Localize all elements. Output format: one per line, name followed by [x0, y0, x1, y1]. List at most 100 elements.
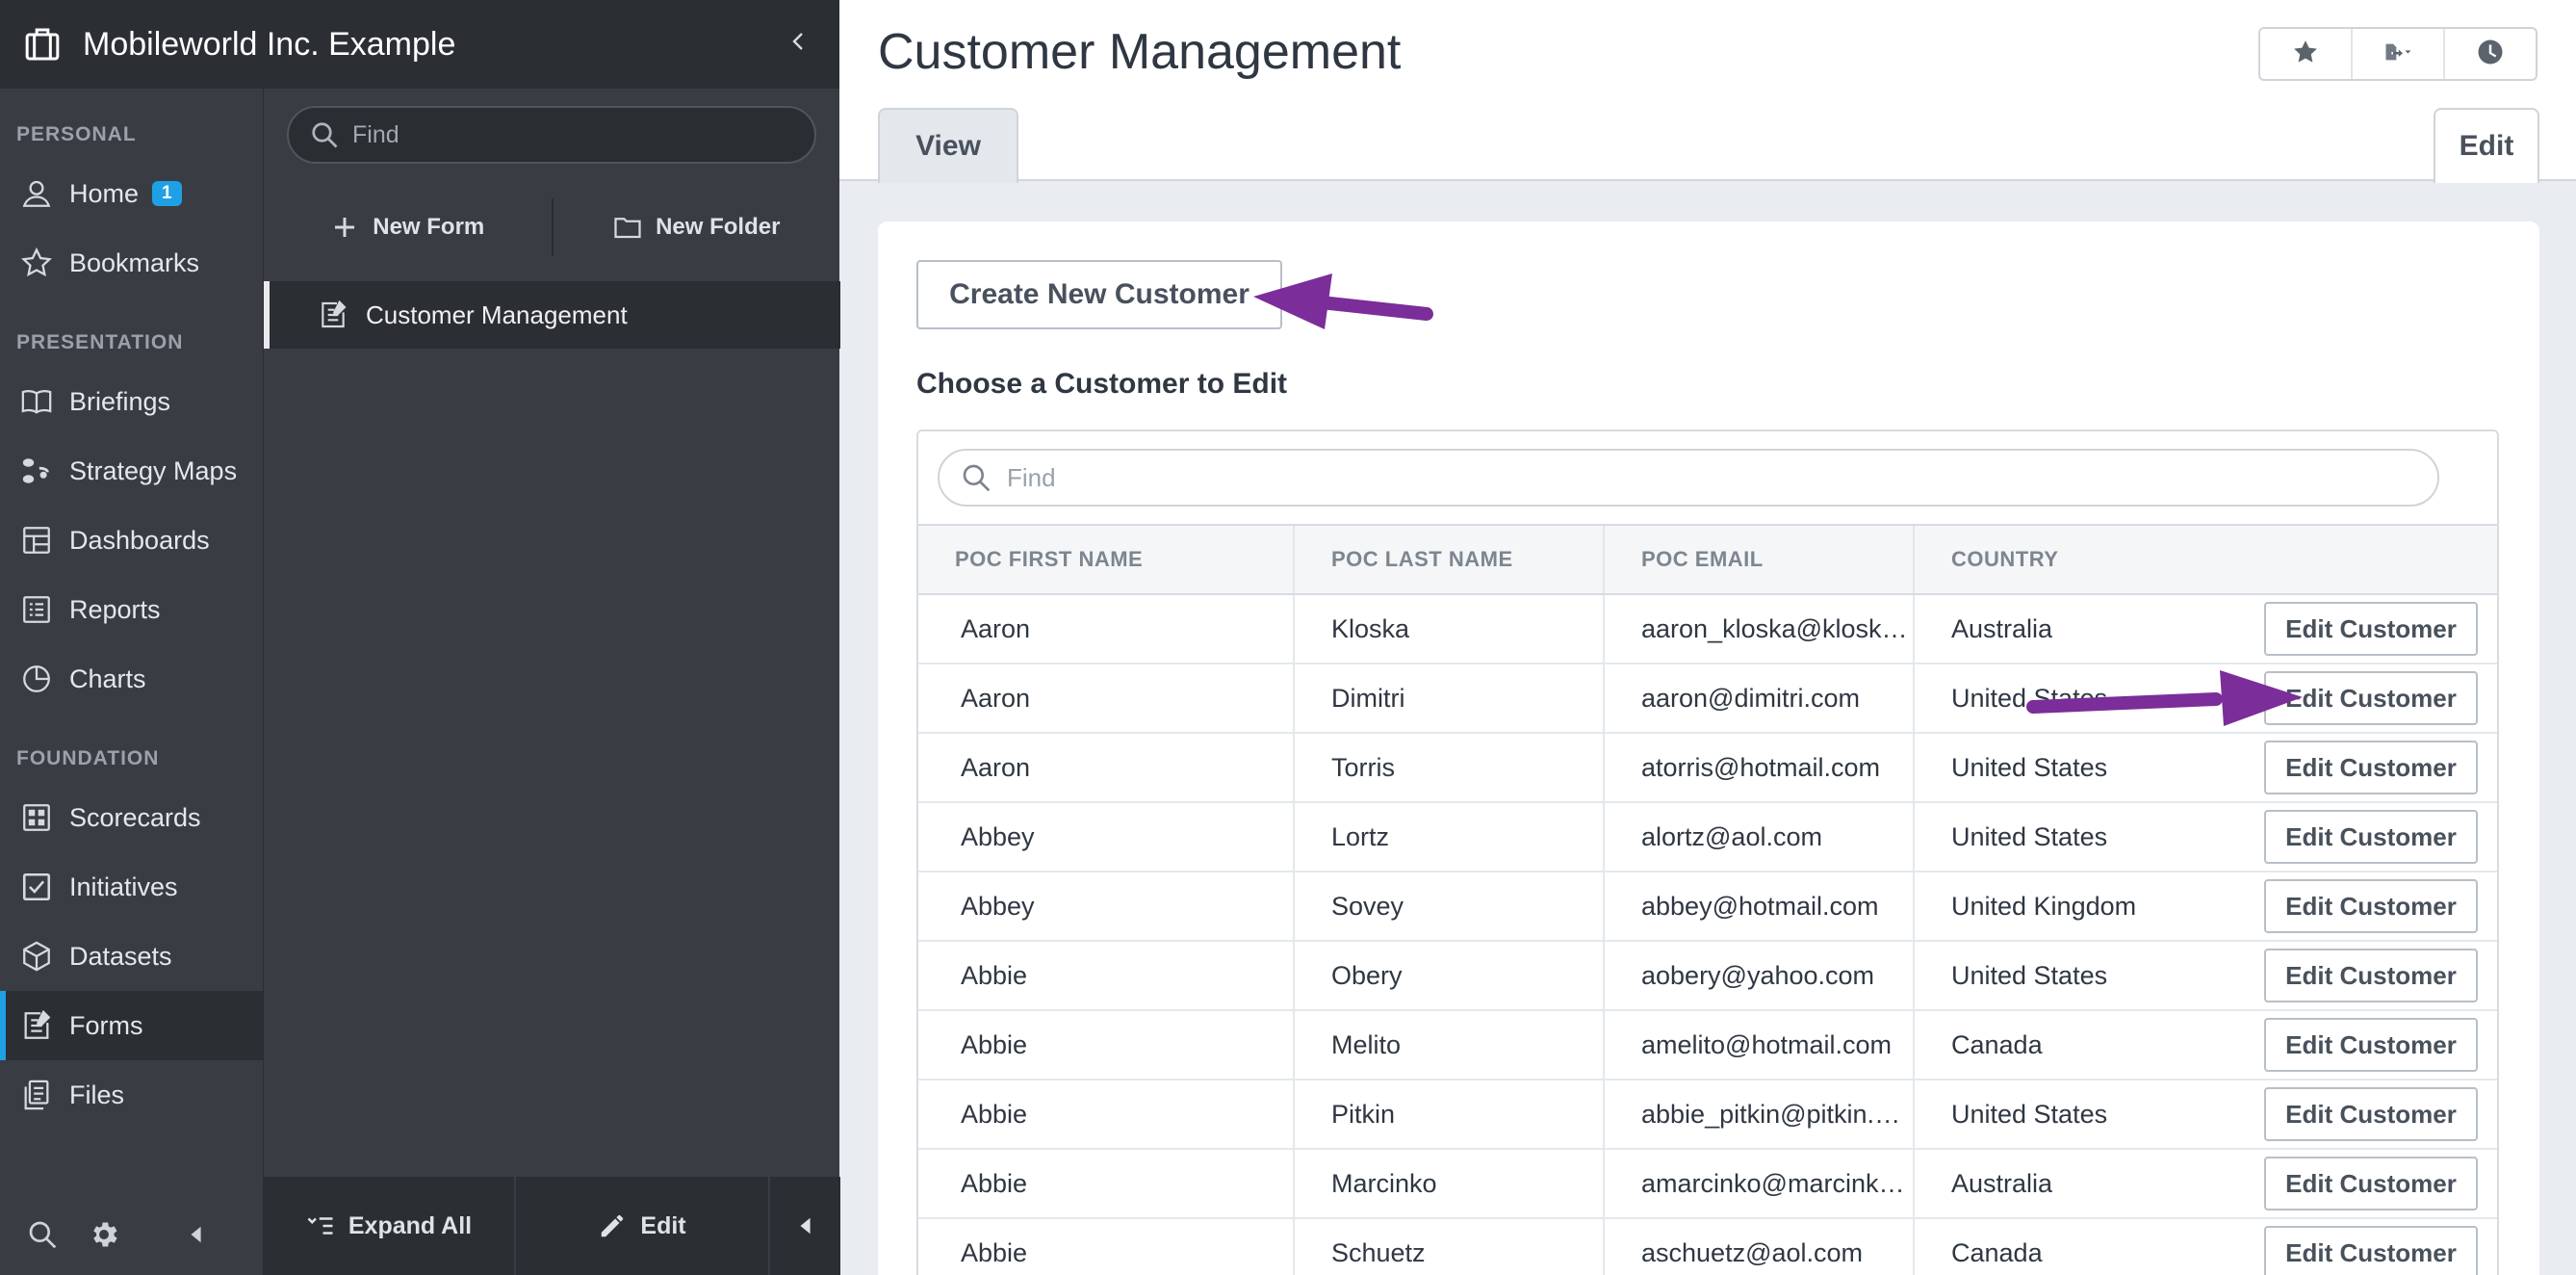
forms-panel-footer: Expand All Edit [264, 1177, 840, 1275]
edit-customer-button[interactable]: Edit Customer [2264, 741, 2478, 794]
table-row[interactable]: Aaron Torris atorris@hotmail.com United Sta… [918, 733, 2497, 803]
search-icon [310, 120, 339, 149]
cell-first-name: Abbie [918, 1218, 1294, 1275]
grid-search-input[interactable] [1007, 462, 2355, 493]
nav-item-files[interactable]: Files [0, 1060, 263, 1130]
scorecard-icon [19, 800, 54, 835]
cell-last-name: Marcinko [1293, 1149, 1604, 1219]
table-row[interactable]: Abbie Melito amelito@hotmail.com Canada Edit… [918, 1010, 2497, 1080]
cell-country: United States [1913, 802, 2260, 872]
edit-customer-button[interactable]: Edit Customer [2264, 1226, 2478, 1275]
forms-search[interactable] [287, 106, 816, 164]
pie-chart-icon [19, 662, 54, 696]
table-row[interactable]: Aaron Dimitri aaron@dimitri.com United Stat… [918, 664, 2497, 734]
column-header-poc-last-name[interactable]: POC LAST NAME [1293, 524, 1604, 595]
grid-search[interactable] [938, 449, 2439, 507]
nav-item-forms[interactable]: Forms [0, 991, 263, 1060]
expand-list-icon [306, 1211, 335, 1240]
nav-item-label: Strategy Maps [69, 455, 238, 485]
search-icon[interactable] [23, 1215, 62, 1254]
nav-item-bookmarks[interactable]: Bookmarks [0, 228, 263, 298]
column-header-poc-email[interactable]: POC EMAIL [1603, 524, 1914, 595]
edit-customer-button[interactable]: Edit Customer [2264, 671, 2478, 725]
edit-customer-button[interactable]: Edit Customer [2264, 879, 2478, 933]
table-row[interactable]: Abbey Sovey abbey@hotmail.com United Kingdo… [918, 872, 2497, 942]
tab-view[interactable]: View [878, 108, 1018, 183]
gear-icon[interactable] [85, 1215, 123, 1254]
form-item-customer-management[interactable]: Customer Management [264, 281, 840, 349]
edit-customer-button[interactable]: Edit Customer [2264, 602, 2478, 656]
collapse-panel-icon[interactable] [770, 1177, 840, 1275]
cell-action: Edit Customer [2260, 733, 2497, 803]
column-header-country[interactable]: COUNTRY [1913, 524, 2260, 595]
table-row[interactable]: Abbie Schuetz aschuetz@aol.com Canada Edit C… [918, 1218, 2497, 1275]
nav-item-initiatives[interactable]: Initiatives [0, 852, 263, 922]
cell-email: abbey@hotmail.com [1603, 872, 1914, 942]
nav-item-datasets[interactable]: Datasets [0, 922, 263, 991]
edit-customer-button[interactable]: Edit Customer [2264, 1087, 2478, 1141]
cell-last-name: Lortz [1293, 802, 1604, 872]
edit-label: Edit [640, 1211, 686, 1239]
create-new-customer-button[interactable]: Create New Customer [916, 260, 1282, 329]
chevron-left-icon[interactable] [787, 27, 811, 62]
choose-customer-heading: Choose a Customer to Edit [916, 368, 1288, 400]
new-form-label: New Form [373, 214, 485, 240]
forms-search-input[interactable] [352, 120, 786, 149]
home-count-badge: 1 [152, 181, 182, 206]
column-header-poc-first-name[interactable]: POC FIRST NAME [918, 524, 1294, 595]
nav-item-dashboards[interactable]: Dashboards [0, 506, 263, 575]
table-row[interactable]: Abbie Pitkin abbie_pitkin@pitkin.com United… [918, 1080, 2497, 1150]
cell-email: amelito@hotmail.com [1603, 1010, 1914, 1080]
cell-action: Edit Customer [2260, 872, 2497, 942]
cell-country: Australia [1913, 1149, 2260, 1219]
table-row[interactable]: Abbey Lortz alortz@aol.com United States Edi… [918, 802, 2497, 872]
nav-item-reports[interactable]: Reports [0, 575, 263, 644]
nav-item-strategy-maps[interactable]: Strategy Maps [0, 436, 263, 506]
pencil-icon [598, 1211, 627, 1240]
new-folder-button[interactable]: New Folder [554, 198, 841, 256]
page-header: Customer Management View Edit [839, 0, 2576, 183]
cell-email: aobery@yahoo.com [1603, 941, 1914, 1011]
expand-all-button[interactable]: Expand All [264, 1177, 514, 1275]
edit-customer-button[interactable]: Edit Customer [2264, 949, 2478, 1002]
nav-item-home[interactable]: Home 1 [0, 159, 263, 228]
forms-panel: New Form New Folder Customer Management … [263, 89, 841, 1275]
column-header-actions [2260, 524, 2497, 595]
table-row[interactable]: Abbie Obery aobery@yahoo.com United States E… [918, 941, 2497, 1011]
nav-item-label: Reports [69, 594, 161, 624]
nav-item-label: Charts [69, 664, 146, 693]
cell-country: United Kingdom [1913, 872, 2260, 942]
cell-last-name: Sovey [1293, 872, 1604, 942]
nav-item-label: Briefings [69, 386, 171, 416]
new-folder-label: New Folder [656, 214, 781, 240]
cell-email: aaron_kloska@kloska.com [1603, 594, 1914, 664]
history-button[interactable] [2443, 29, 2536, 79]
edit-customer-button[interactable]: Edit Customer [2264, 810, 2478, 864]
main-content: Customer Management View Edit Create New… [839, 0, 2576, 1275]
checkbox-icon [19, 870, 54, 904]
nav-item-label: Datasets [69, 941, 172, 971]
table-row[interactable]: AaronKloskaaaron_kloska@kloska.comAustra… [918, 594, 2497, 664]
nav-item-label: Bookmarks [69, 247, 200, 277]
table-row[interactable]: AbbieMarcinkoamarcinko@marcinko.comAustr… [918, 1149, 2497, 1219]
edit-customer-button[interactable]: Edit Customer [2264, 1018, 2478, 1072]
edit-panel-button[interactable]: Edit [516, 1177, 768, 1275]
cell-first-name: Aaron [918, 733, 1294, 803]
cell-country: Canada [1913, 1218, 2260, 1275]
export-button[interactable] [2351, 29, 2443, 79]
bookmark-button[interactable] [2260, 29, 2351, 79]
customer-grid: POC FIRST NAME POC LAST NAME POC EMAIL C… [916, 429, 2499, 1275]
cell-country: United States [1913, 941, 2260, 1011]
edit-customer-button[interactable]: Edit Customer [2264, 1157, 2478, 1210]
nav-item-charts[interactable]: Charts [0, 644, 263, 714]
form-card: Create New Customer Choose a Customer to… [878, 221, 2539, 1275]
collapse-nav-icon[interactable] [177, 1215, 216, 1254]
plus-icon [330, 213, 359, 242]
tab-edit[interactable]: Edit [2434, 108, 2539, 183]
nav-item-briefings[interactable]: Briefings [0, 367, 263, 436]
nav-item-label: Forms [69, 1010, 143, 1040]
nav-item-scorecards[interactable]: Scorecards [0, 783, 263, 852]
new-form-button[interactable]: New Form [264, 198, 552, 256]
briefcase-icon [23, 25, 62, 64]
cell-action: Edit Customer [2260, 1010, 2497, 1080]
